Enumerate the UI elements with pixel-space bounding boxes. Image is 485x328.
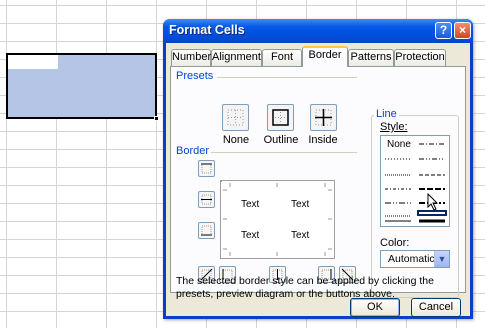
border-inside-horizontal-icon	[201, 194, 212, 205]
line-group-label: Line	[374, 108, 399, 120]
border-middle-horizontal-button[interactable]	[198, 191, 215, 208]
border-bottom-icon	[201, 225, 212, 236]
dialog-client-area: Number Alignment Font Border Patterns Pr…	[166, 43, 470, 317]
line-style-list[interactable]: None	[380, 135, 450, 227]
preset-outline-icon	[272, 109, 289, 126]
preset-inside-icon	[315, 109, 332, 126]
preset-outline-button[interactable]	[267, 104, 294, 131]
border-bottom-button[interactable]	[198, 222, 215, 239]
presets-divider	[217, 77, 357, 78]
preset-none-label: None	[222, 134, 250, 146]
border-top-icon	[201, 163, 212, 174]
border-preview-diagram[interactable]: Text Text Text Text	[220, 180, 335, 259]
line-group-box: Style: None Color: Automatic ▼	[371, 115, 459, 298]
active-cell[interactable]	[8, 55, 58, 69]
chevron-down-icon[interactable]: ▼	[434, 251, 449, 267]
tab-number[interactable]: Number	[171, 49, 211, 66]
line-style-samples	[385, 143, 447, 223]
preset-outline-label: Outline	[263, 134, 299, 146]
tab-patterns[interactable]: Patterns	[348, 49, 394, 66]
tab-alignment[interactable]: Alignment	[211, 49, 262, 66]
fill-handle[interactable]	[154, 116, 159, 121]
preview-corner-marks	[223, 183, 332, 256]
tab-font[interactable]: Font	[262, 49, 302, 66]
border-tab-panel: Presets None Outline Inside Border Text …	[170, 66, 466, 300]
color-dropdown[interactable]: Automatic ▼	[380, 250, 450, 268]
border-divider	[211, 152, 357, 153]
cancel-button[interactable]: Cancel	[411, 298, 461, 317]
close-button[interactable]: ×	[454, 22, 471, 39]
preset-inside-button[interactable]	[310, 104, 337, 131]
selected-cell-range[interactable]	[6, 53, 159, 121]
preset-inside-label: Inside	[308, 134, 338, 146]
presets-group-label: Presets	[176, 70, 214, 82]
tab-protection[interactable]: Protection	[394, 49, 446, 66]
preset-none-icon	[227, 109, 244, 126]
border-top-button[interactable]	[198, 160, 215, 177]
ok-button[interactable]: OK	[350, 298, 400, 317]
dialog-title: Format Cells	[169, 23, 245, 37]
border-group-label: Border	[176, 145, 210, 157]
dialog-titlebar[interactable]: Format Cells ? ×	[163, 19, 473, 43]
help-button[interactable]: ?	[435, 22, 452, 39]
color-dropdown-value: Automatic	[388, 253, 435, 265]
preset-none-button[interactable]	[222, 104, 249, 131]
tab-border[interactable]: Border	[302, 46, 348, 67]
color-label: Color:	[380, 237, 410, 249]
mouse-cursor-icon	[427, 193, 439, 211]
format-cells-dialog: Format Cells ? × Number Alignment Font B…	[163, 19, 473, 319]
style-label: Style:	[380, 121, 408, 133]
